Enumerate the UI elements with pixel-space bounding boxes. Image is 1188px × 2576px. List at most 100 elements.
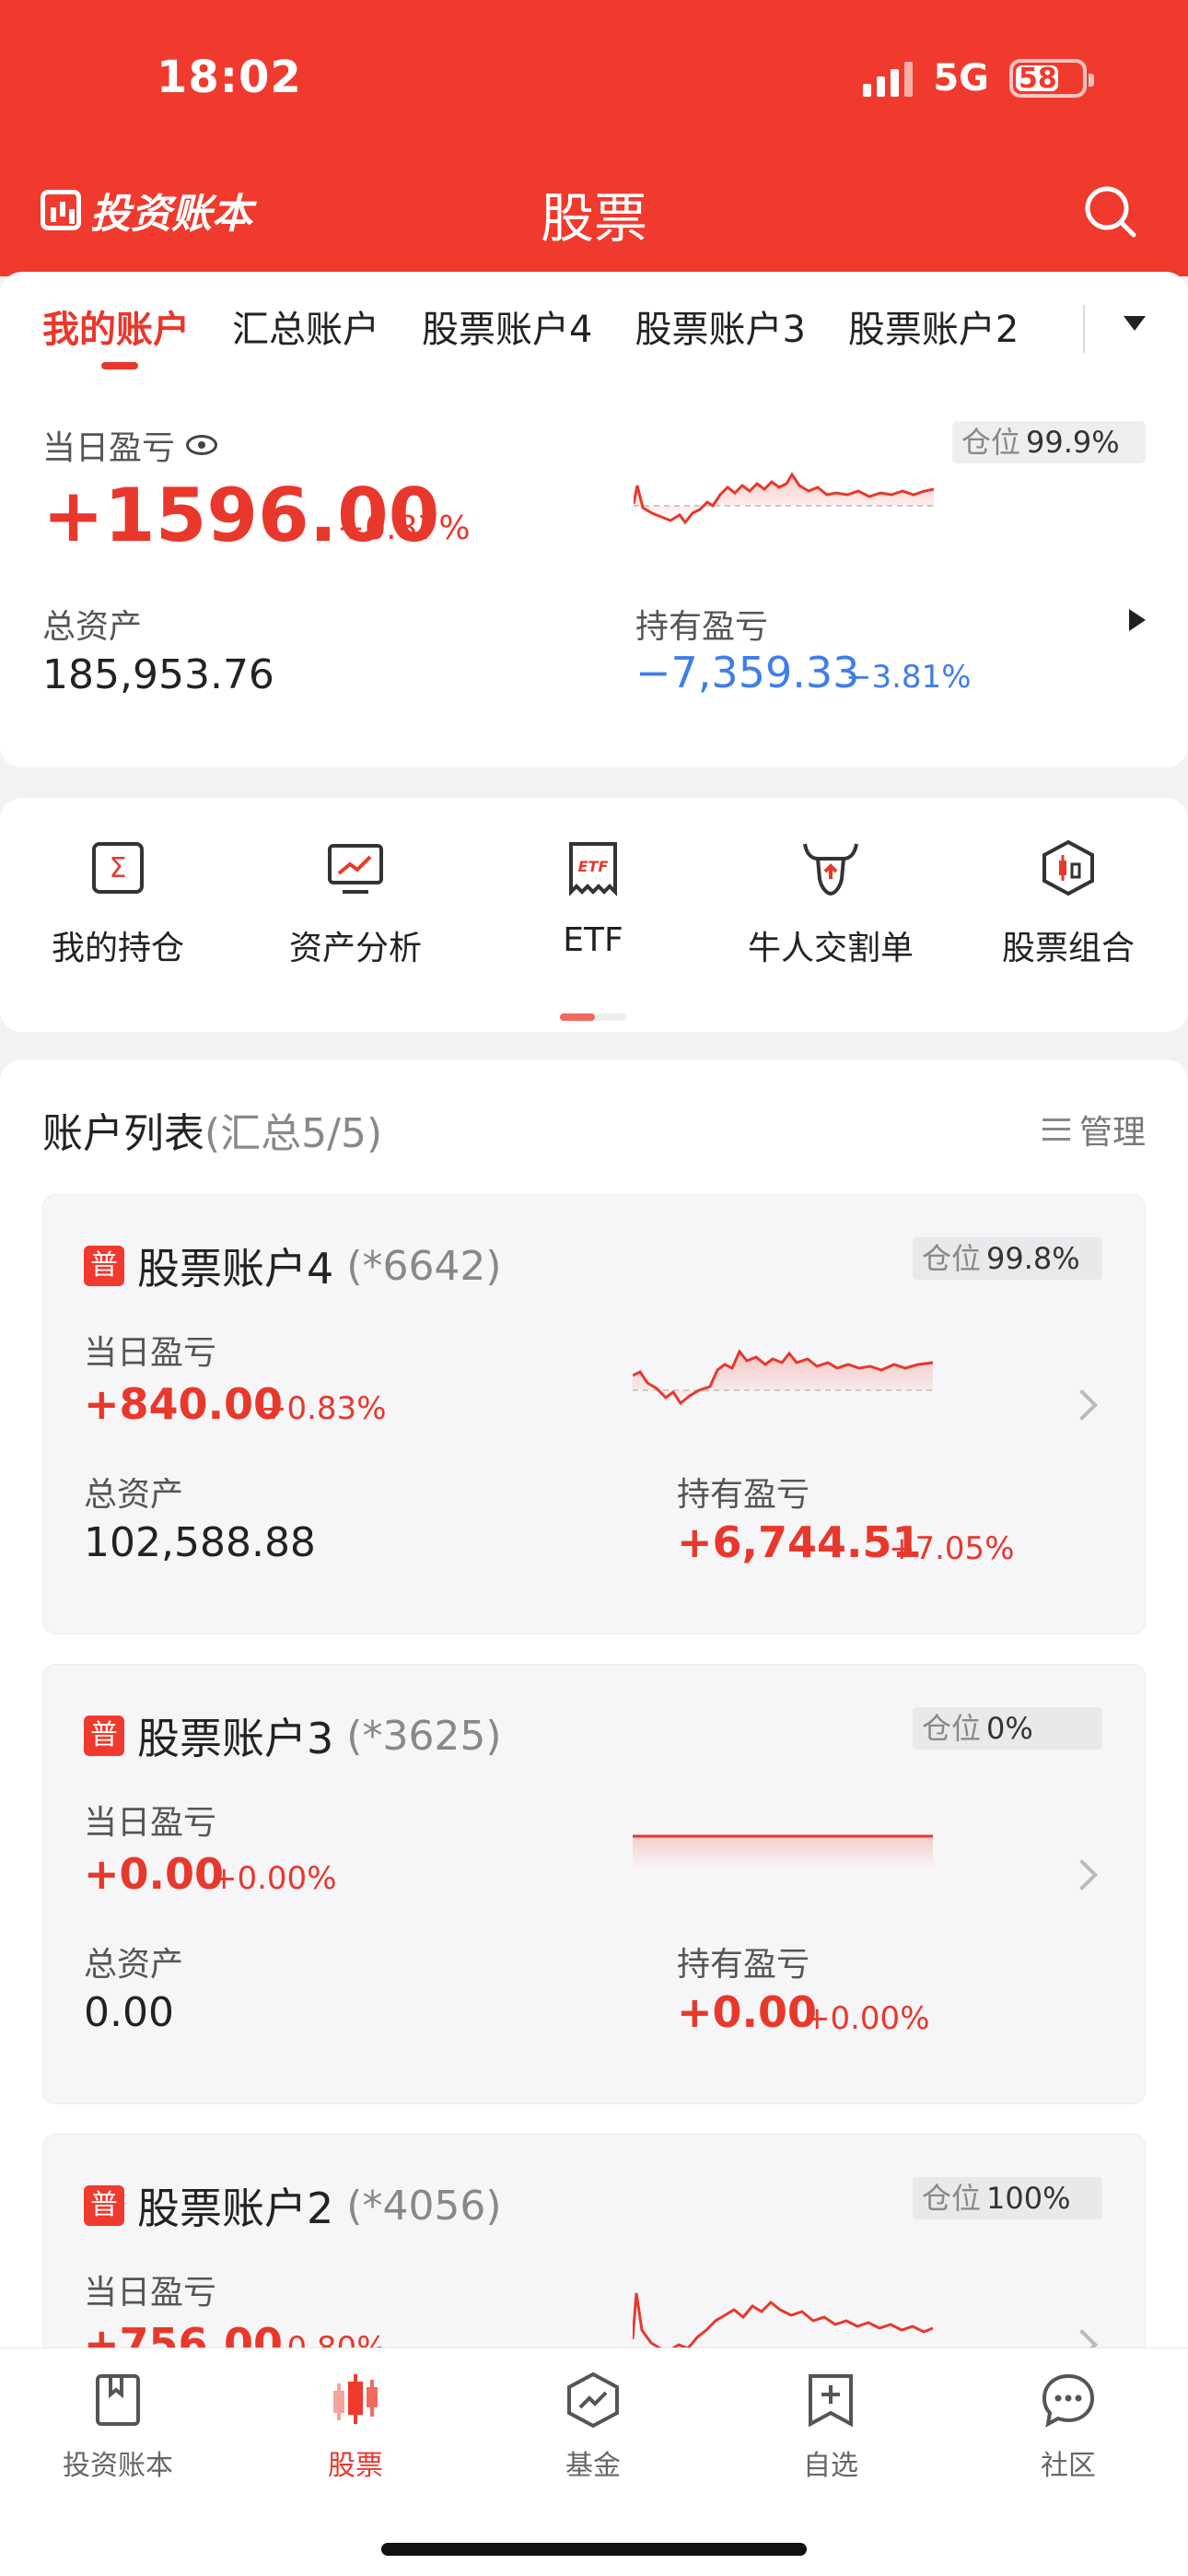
list-title-count: (汇总5/5) — [204, 1110, 383, 1157]
holding-pnl-label: 持有盈亏 — [677, 1476, 810, 1514]
svg-text:Σ: Σ — [110, 852, 127, 884]
tab-stock-account-2[interactable]: 股票账户2 — [848, 299, 1019, 353]
account-card-3[interactable]: 普 股票账户3 (*3625) 仓位 0% 当日盈亏 +0.00 +0.00% 总… — [42, 1664, 1146, 2104]
tab-my-account[interactable]: 我的账户 — [42, 299, 190, 369]
nav-label: 社区 — [1041, 2450, 1096, 2482]
menu-label: 我的持仓 — [51, 930, 184, 967]
account-number: (*3625) — [346, 1712, 502, 1760]
account-number: (*6642) — [346, 1242, 502, 1290]
position-badge: 仓位 99.8% — [913, 1237, 1102, 1280]
account-header: 普 股票账户4 (*6642) — [84, 1235, 502, 1296]
community-icon — [1042, 2373, 1095, 2428]
total-assets-label: 总资产 — [84, 1476, 184, 1514]
chevron-right-icon[interactable] — [1066, 1859, 1098, 1891]
bottom-tab-bar: 投资账本 股票 基金 自选 社区 — [0, 2348, 1188, 2576]
portfolio-icon — [1042, 839, 1094, 896]
menu-etf[interactable]: ETF ETF — [492, 838, 694, 959]
nav-label: 股票 — [328, 2450, 383, 2482]
holding-pnl-percent: +0.00% — [804, 2000, 930, 2037]
nav-stocks[interactable]: 股票 — [263, 2371, 448, 2483]
position-value: 99.8% — [986, 1241, 1080, 1276]
nav-funds[interactable]: 基金 — [501, 2371, 685, 2483]
holding-pnl-value: −7,359.33 — [635, 648, 860, 697]
tab-divider — [1083, 305, 1085, 353]
position-label: 仓位 — [922, 1241, 982, 1276]
daily-pnl-percent: +0.83% — [261, 1390, 387, 1427]
tab-summary-account[interactable]: 汇总账户 — [232, 299, 379, 353]
total-assets-value: 102,588.88 — [84, 1519, 316, 1566]
signal-icon — [863, 60, 914, 97]
chevron-right-icon[interactable] — [1066, 1389, 1098, 1421]
total-assets-label: 总资产 — [42, 608, 143, 646]
nav-watchlist[interactable]: 自选 — [739, 2371, 923, 2483]
etf-icon: ETF — [569, 842, 617, 896]
nav-label: 投资账本 — [63, 2450, 173, 2482]
daily-pnl-label: 当日盈亏 — [84, 1334, 217, 1372]
account-card-4[interactable]: 普 股票账户4 (*6642) 仓位 99.8% 当日盈亏 +840.00 +0.… — [42, 1194, 1146, 1634]
manage-label: 管理 — [1078, 1114, 1146, 1152]
position-badge: 仓位 0% — [913, 1707, 1102, 1750]
daily-pnl-label: 当日盈亏 — [84, 2274, 217, 2312]
account-tabs: 我的账户 汇总账户 股票账户4 股票账户3 股票账户2 — [42, 299, 1019, 369]
tab-stock-account-3[interactable]: 股票账户3 — [635, 299, 805, 353]
menu-my-holdings[interactable]: Σ 我的持仓 — [17, 838, 219, 969]
bull-icon — [803, 843, 858, 896]
daily-pnl-percent: +0.00% — [211, 1860, 337, 1897]
nav-label: 自选 — [803, 2450, 858, 2482]
total-assets-value: 0.00 — [84, 1989, 174, 2036]
daily-pnl-label-row: 当日盈亏 — [42, 421, 218, 469]
menu-asset-analysis[interactable]: 资产分析 — [254, 838, 457, 969]
total-assets-label: 总资产 — [84, 1946, 184, 1984]
menu-stock-portfolio[interactable]: 股票组合 — [967, 838, 1170, 969]
position-badge: 仓位 99.9% — [952, 421, 1146, 463]
manage-button[interactable]: 管理 — [1042, 1106, 1146, 1153]
svg-text:ETF: ETF — [578, 858, 609, 875]
position-value: 99.9% — [1026, 425, 1120, 460]
account-header: 普 股票账户2 (*4056) — [84, 2175, 502, 2236]
position-badge: 仓位 100% — [913, 2177, 1102, 2219]
position-value: 0% — [986, 1711, 1033, 1746]
account-name: 股票账户3 — [137, 1714, 334, 1763]
network-type: 5G — [933, 57, 989, 100]
eye-icon[interactable] — [186, 435, 218, 455]
daily-pnl-percent: +0.87% — [337, 509, 471, 547]
account-type-badge: 普 — [84, 2185, 124, 2226]
nav-community[interactable]: 社区 — [976, 2371, 1160, 2483]
account-name: 股票账户2 — [137, 2184, 334, 2233]
daily-pnl-label: 当日盈亏 — [84, 1804, 217, 1842]
account-summary-card: 我的账户 汇总账户 股票账户4 股票账户3 股票账户2 当日盈亏 +1596.0… — [0, 272, 1188, 767]
account-number: (*4056) — [346, 2182, 502, 2230]
page-title: 股票 — [540, 187, 647, 250]
nav-investment-ledger[interactable]: 投资账本 — [26, 2371, 210, 2483]
search-icon[interactable] — [1081, 182, 1138, 240]
daily-sparkline — [634, 472, 938, 525]
status-time: 18:02 — [157, 52, 302, 103]
battery-level: 58 — [1019, 62, 1057, 95]
daily-pnl-label: 当日盈亏 — [42, 429, 176, 467]
menu-bull-trades[interactable]: 牛人交割单 — [729, 838, 932, 969]
ledger-icon — [96, 2374, 140, 2426]
holding-pnl-percent: +7.05% — [889, 1530, 1015, 1567]
play-icon[interactable] — [1129, 609, 1146, 631]
holding-pnl-label: 持有盈亏 — [635, 608, 769, 646]
app-header: 18:02 5G 58 投资账本 股票 — [0, 0, 1188, 276]
position-label: 仓位 — [961, 425, 1021, 460]
menu-label: 资产分析 — [288, 930, 422, 967]
tab-stock-account-4[interactable]: 股票账户4 — [422, 299, 592, 353]
menu-label: 牛人交割单 — [747, 930, 914, 967]
account-type-badge: 普 — [84, 1246, 124, 1286]
account-type-badge: 普 — [84, 1715, 124, 1756]
home-indicator — [381, 2543, 807, 2556]
battery-icon: 58 — [1009, 59, 1094, 98]
total-assets-value: 185,953.76 — [42, 651, 274, 698]
holding-pnl-value: +6,744.51 — [677, 1517, 922, 1567]
sigma-icon: Σ — [92, 842, 144, 894]
position-label: 仓位 — [922, 1711, 982, 1746]
caret-down-icon[interactable] — [1124, 316, 1146, 331]
position-value: 100% — [986, 2181, 1071, 2216]
quick-menu: Σ 我的持仓 资产分析 ETF ETF 牛人交割单 股票组合 — [0, 798, 1188, 1032]
stock-candles-icon — [333, 2374, 378, 2424]
fund-icon — [567, 2371, 619, 2429]
account-sparkline — [633, 1834, 933, 1869]
menu-page-indicator — [560, 1013, 626, 1021]
